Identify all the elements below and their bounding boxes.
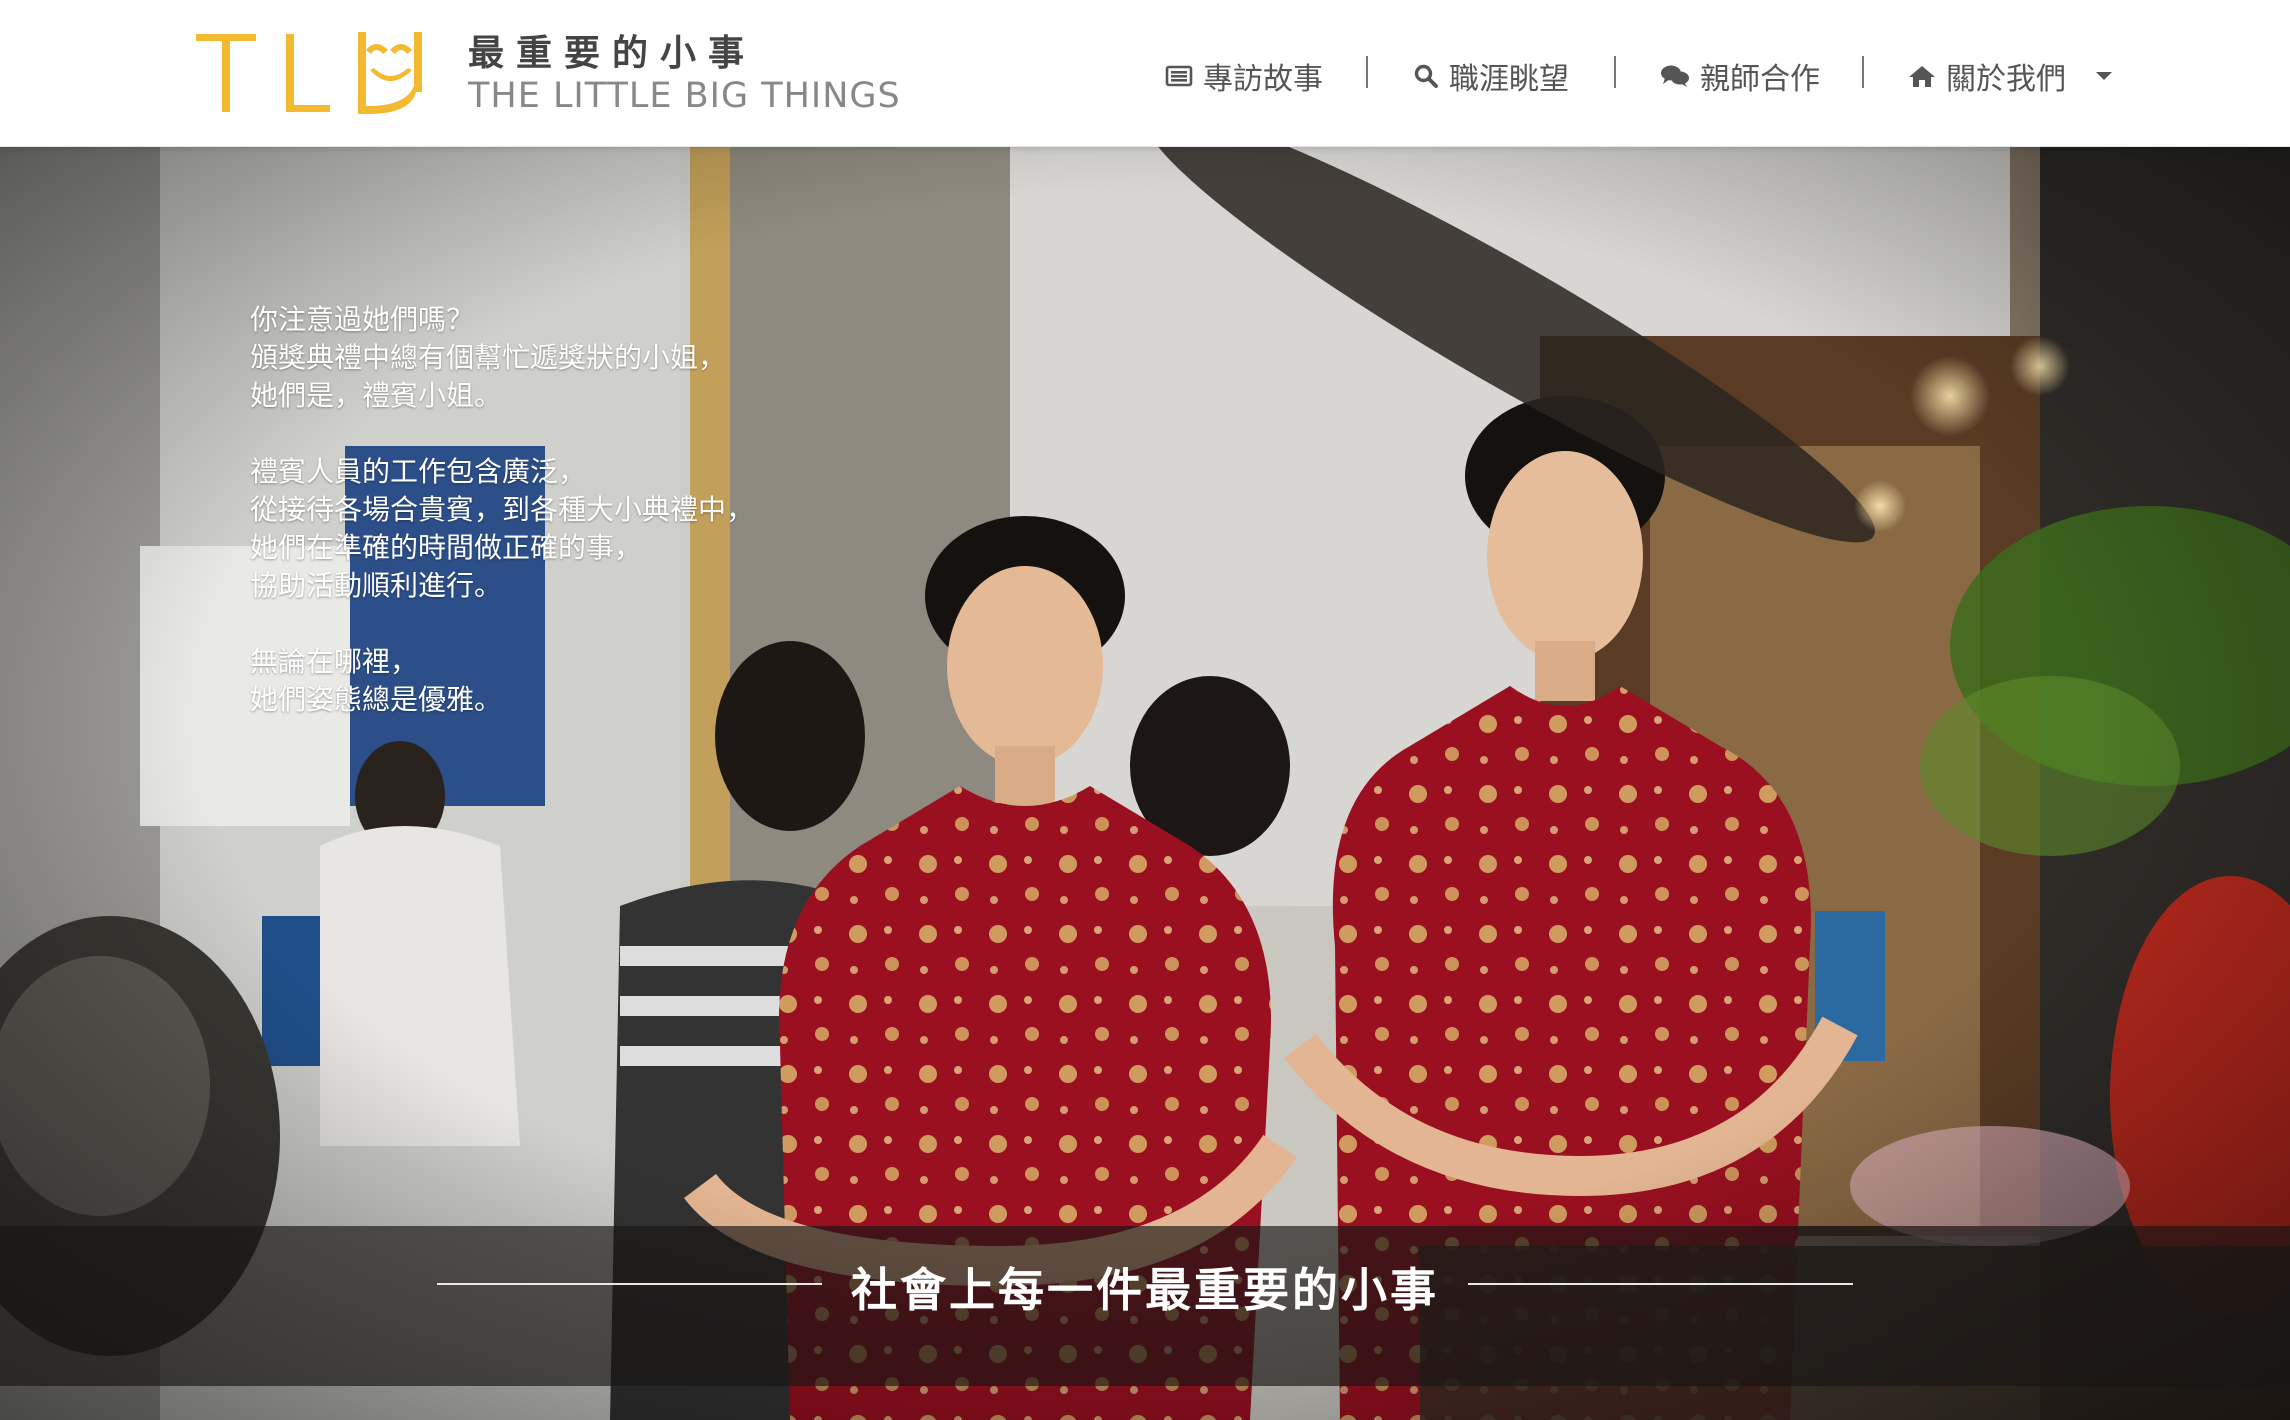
nav-separator: [1614, 56, 1616, 88]
intro-text: 你注意過她們嗎？ 頒獎典禮中總有個幫忙遞獎狀的小姐， 她們是，禮賓小姐。 禮賓人…: [250, 301, 870, 719]
intro-line: 她們姿態總是優雅。: [250, 683, 503, 716]
brand-name-en: THE LITTLE BIG THINGS: [468, 76, 901, 116]
caption-rule-left: [437, 1283, 822, 1285]
intro-line: 你注意過她們嗎？: [250, 303, 475, 336]
site-logo[interactable]: 最重要的小事 THE LITTLE BIG THINGS: [0, 0, 900, 146]
nav-separator: [1366, 56, 1368, 88]
search-icon: [1414, 64, 1438, 88]
home-icon: [1909, 66, 1935, 87]
hero-caption: 社會上每一件最重要的小事: [851, 1263, 1439, 1317]
intro-line: 無論在哪裡，: [250, 645, 419, 678]
nav-label-career: 職涯眺望: [1449, 62, 1569, 97]
intro-line: 頒獎典禮中總有個幫忙遞獎狀的小姐，: [250, 341, 727, 374]
intro-paragraph: 禮賓人員的工作包含廣泛， 從接待各場合貴賓，到各種大小典禮中， 她們在準確的時間…: [250, 453, 870, 605]
chat-bubbles-icon: [1661, 65, 1689, 87]
site-header: 最重要的小事 THE LITTLE BIG THINGS 專訪故事 職涯眺望 親…: [0, 0, 2290, 147]
intro-paragraph: 你注意過她們嗎？ 頒獎典禮中總有個幫忙遞獎狀的小姐， 她們是，禮賓小姐。: [250, 301, 870, 415]
intro-line: 禮賓人員的工作包含廣泛，: [250, 455, 587, 488]
tlb-logo-mark: [196, 32, 422, 114]
hero-section: 你注意過她們嗎？ 頒獎典禮中總有個幫忙遞獎狀的小姐， 她們是，禮賓小姐。 禮賓人…: [0, 146, 2290, 1420]
caption-rule-right: [1468, 1283, 1853, 1285]
brand-name-cn: 最重要的小事: [468, 33, 757, 74]
intro-line: 協助活動順利進行。: [250, 569, 503, 602]
caption-band: 社會上每一件最重要的小事: [0, 1226, 2290, 1386]
nav-item-interviews[interactable]: 專訪故事: [1165, 48, 1323, 104]
nav-label-interviews: 專訪故事: [1203, 62, 1323, 97]
intro-paragraph: 無論在哪裡， 她們姿態總是優雅。: [250, 643, 870, 719]
nav-label-parent-teacher: 親師合作: [1700, 62, 1820, 97]
intro-line: 她們是，禮賓小姐。: [250, 379, 503, 412]
nav-label-about: 關於我們: [1946, 62, 2066, 97]
nav-separator: [1862, 56, 1864, 88]
intro-line: 從接待各場合貴賓，到各種大小典禮中，: [250, 493, 755, 526]
caret-down-icon: [2096, 72, 2112, 80]
newspaper-icon: [1165, 65, 1193, 87]
intro-line: 她們在準確的時間做正確的事，: [250, 531, 643, 564]
nav-item-about[interactable]: 關於我們: [1908, 48, 2114, 104]
nav-item-parent-teacher[interactable]: 親師合作: [1660, 48, 1820, 104]
nav-item-career[interactable]: 職涯眺望: [1413, 48, 1569, 104]
